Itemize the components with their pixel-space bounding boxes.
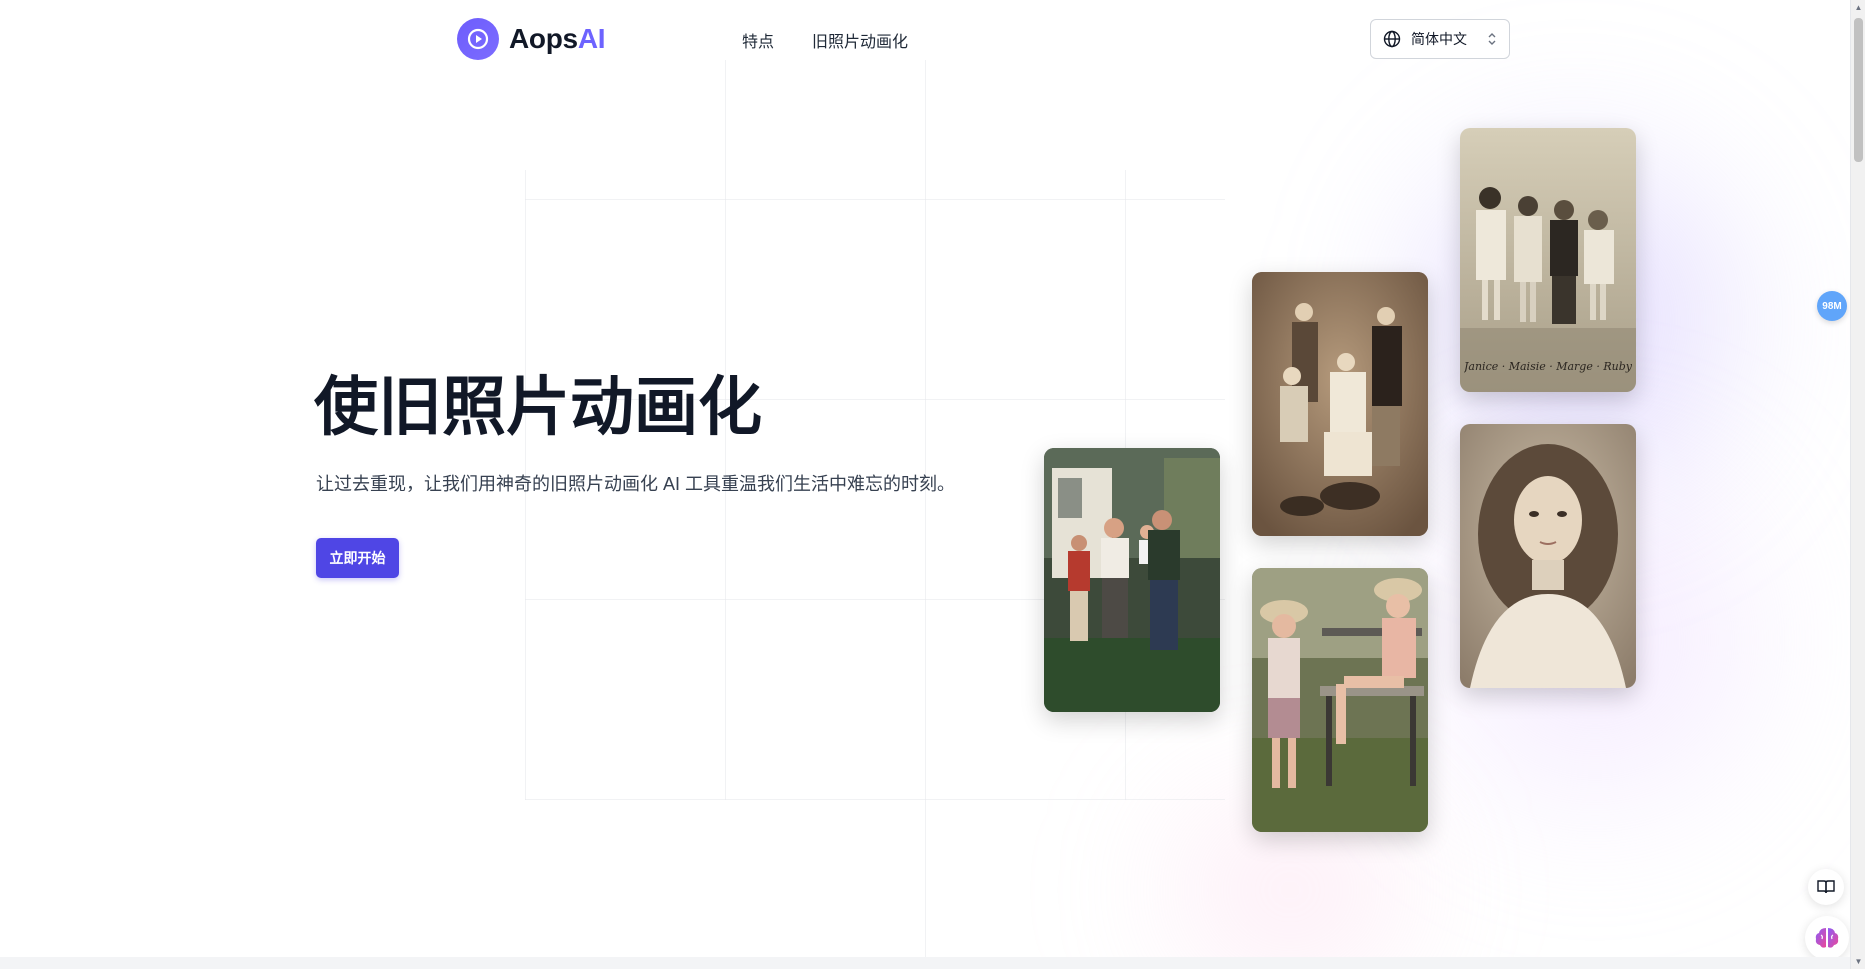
language-label: 简体中文 (1411, 31, 1467, 47)
children-sepia-photo: Janice · Maisie · Marge · Ruby (1460, 128, 1636, 392)
book-open-icon (1817, 879, 1835, 895)
logo-text: AopsAI (509, 23, 606, 54)
page-root: AopsAI 特点 旧照片动画化 简体中文 使旧照片动画化 让过去重现，让我们用… (0, 0, 1865, 969)
hero-subtitle: 让过去重现，让我们用神奇的旧照片动画化 AI 工具重温我们生活中难忘的时刻。 (316, 474, 956, 494)
girls-garden-photo (1252, 568, 1428, 832)
bottom-strip (0, 957, 1850, 969)
scroll-up-icon[interactable]: ▲ (1851, 0, 1865, 15)
globe-icon (1383, 30, 1401, 48)
grid-line (525, 799, 1225, 800)
memory-badge[interactable]: 98M (1817, 291, 1847, 321)
get-started-button[interactable]: 立即开始 (316, 538, 399, 578)
site-header: AopsAI 特点 旧照片动画化 简体中文 (0, 0, 1850, 78)
grid-line (925, 60, 926, 960)
vertical-scrollbar[interactable]: ▲ ▼ (1850, 0, 1865, 969)
nav-item-animate-old-photos[interactable]: 旧照片动画化 (812, 28, 908, 52)
grid-line (525, 199, 1225, 200)
play-logo-icon (457, 18, 499, 60)
scrollbar-thumb[interactable] (1854, 18, 1863, 162)
reading-mode-button[interactable] (1808, 869, 1844, 905)
ai-assistant-button[interactable] (1805, 916, 1849, 960)
brain-icon (1814, 926, 1840, 950)
family-sepia-photo (1252, 272, 1428, 536)
handwritten-caption: Janice · Maisie · Marge · Ruby (1464, 360, 1632, 373)
nav-item-features[interactable]: 特点 (742, 28, 774, 52)
language-select[interactable]: 简体中文 (1370, 19, 1510, 59)
chevron-up-down-icon (1487, 31, 1497, 47)
main-nav: 特点 旧照片动画化 (742, 28, 908, 52)
family-color-photo (1044, 448, 1220, 712)
girl-portrait-photo (1460, 424, 1636, 688)
scroll-down-icon[interactable]: ▼ (1851, 954, 1865, 969)
hero-title: 使旧照片动画化 (314, 371, 762, 443)
logo[interactable]: AopsAI (457, 17, 606, 61)
